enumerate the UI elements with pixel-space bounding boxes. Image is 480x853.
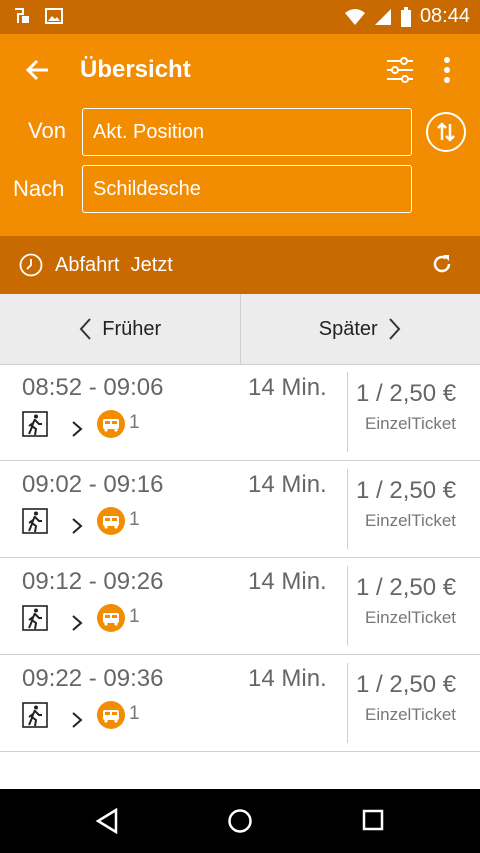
later-label: Später	[318, 317, 378, 340]
connection-row[interactable]: 08:52 - 09:06 14 Min. 1 / 2,50 € EinzelT…	[0, 364, 480, 461]
bus-icon	[97, 604, 125, 632]
line-number: 1	[129, 606, 140, 627]
chevron-right-icon	[72, 712, 83, 728]
chevron-right-icon	[388, 318, 401, 340]
more-vert-icon[interactable]	[436, 54, 458, 86]
clock-icon	[19, 253, 43, 277]
connection-price: 1 / 2,50 €	[356, 477, 457, 504]
departure-bar[interactable]: Abfahrt Jetzt	[0, 236, 480, 294]
chevron-left-icon	[79, 318, 92, 340]
line-number: 1	[129, 509, 140, 530]
connection-times: 09:12 - 09:26	[22, 568, 164, 595]
ticket-type: EinzelTicket	[365, 608, 457, 627]
status-bar: 08:44	[0, 0, 480, 34]
row-divider	[347, 566, 348, 646]
battery-icon	[400, 6, 411, 27]
earlier-button[interactable]: Früher	[0, 294, 241, 364]
row-divider	[347, 372, 348, 452]
recents-square-icon[interactable]	[362, 809, 384, 831]
walk-icon	[22, 508, 48, 534]
wifi-icon	[344, 8, 365, 25]
chevron-right-icon	[72, 615, 83, 631]
bus-icon	[97, 701, 125, 729]
bus-icon	[97, 507, 125, 535]
home-circle-icon[interactable]	[227, 808, 253, 834]
departure-label: Abfahrt Jetzt	[55, 254, 173, 276]
page-title: Übersicht	[80, 56, 191, 83]
notification-icon	[15, 8, 29, 23]
to-field[interactable]: Schildesche	[82, 165, 412, 213]
walk-icon	[22, 702, 48, 728]
walk-icon	[22, 605, 48, 631]
row-divider	[347, 663, 348, 743]
system-nav-bar	[0, 789, 480, 853]
later-button[interactable]: Später	[241, 294, 480, 364]
connection-duration: 14 Min.	[248, 471, 327, 498]
connection-row[interactable]: 09:22 - 09:36 14 Min. 1 / 2,50 € EinzelT…	[0, 655, 480, 752]
connection-duration: 14 Min.	[248, 568, 327, 595]
walk-icon	[22, 411, 48, 437]
bus-icon	[97, 410, 125, 438]
earlier-label: Früher	[102, 317, 162, 340]
connection-duration: 14 Min.	[248, 665, 327, 692]
to-label: Nach	[13, 176, 65, 201]
connection-times: 09:02 - 09:16	[22, 471, 164, 498]
connection-times: 08:52 - 09:06	[22, 374, 164, 401]
line-number: 1	[129, 412, 140, 433]
sliders-icon[interactable]	[385, 55, 415, 85]
from-field[interactable]: Akt. Position	[82, 108, 412, 156]
app-bar: Übersicht Von Akt. Position Nach Schilde…	[0, 34, 480, 236]
pager: Früher Später	[0, 294, 480, 365]
chevron-right-icon	[72, 421, 83, 437]
chevron-right-icon	[72, 518, 83, 534]
ticket-type: EinzelTicket	[365, 414, 457, 433]
row-divider	[347, 469, 348, 549]
connection-times: 09:22 - 09:36	[22, 665, 164, 692]
back-triangle-icon[interactable]	[94, 807, 120, 835]
ticket-type: EinzelTicket	[365, 705, 457, 724]
connection-price: 1 / 2,50 €	[356, 671, 457, 698]
image-icon	[45, 8, 63, 24]
connection-duration: 14 Min.	[248, 374, 327, 401]
line-number: 1	[129, 703, 140, 724]
refresh-icon[interactable]	[430, 252, 454, 276]
ticket-type: EinzelTicket	[365, 511, 457, 530]
connection-price: 1 / 2,50 €	[356, 574, 457, 601]
signal-icon	[374, 8, 391, 25]
clock-text: 08:44	[419, 5, 470, 27]
connection-price: 1 / 2,50 €	[356, 380, 457, 407]
connection-row[interactable]: 09:12 - 09:26 14 Min. 1 / 2,50 € EinzelT…	[0, 558, 480, 655]
swap-button[interactable]	[426, 112, 466, 152]
arrow-left-icon[interactable]	[22, 54, 54, 86]
connection-row[interactable]: 09:02 - 09:16 14 Min. 1 / 2,50 € EinzelT…	[0, 461, 480, 558]
swap-icon	[437, 122, 455, 142]
from-label: Von	[28, 118, 66, 143]
